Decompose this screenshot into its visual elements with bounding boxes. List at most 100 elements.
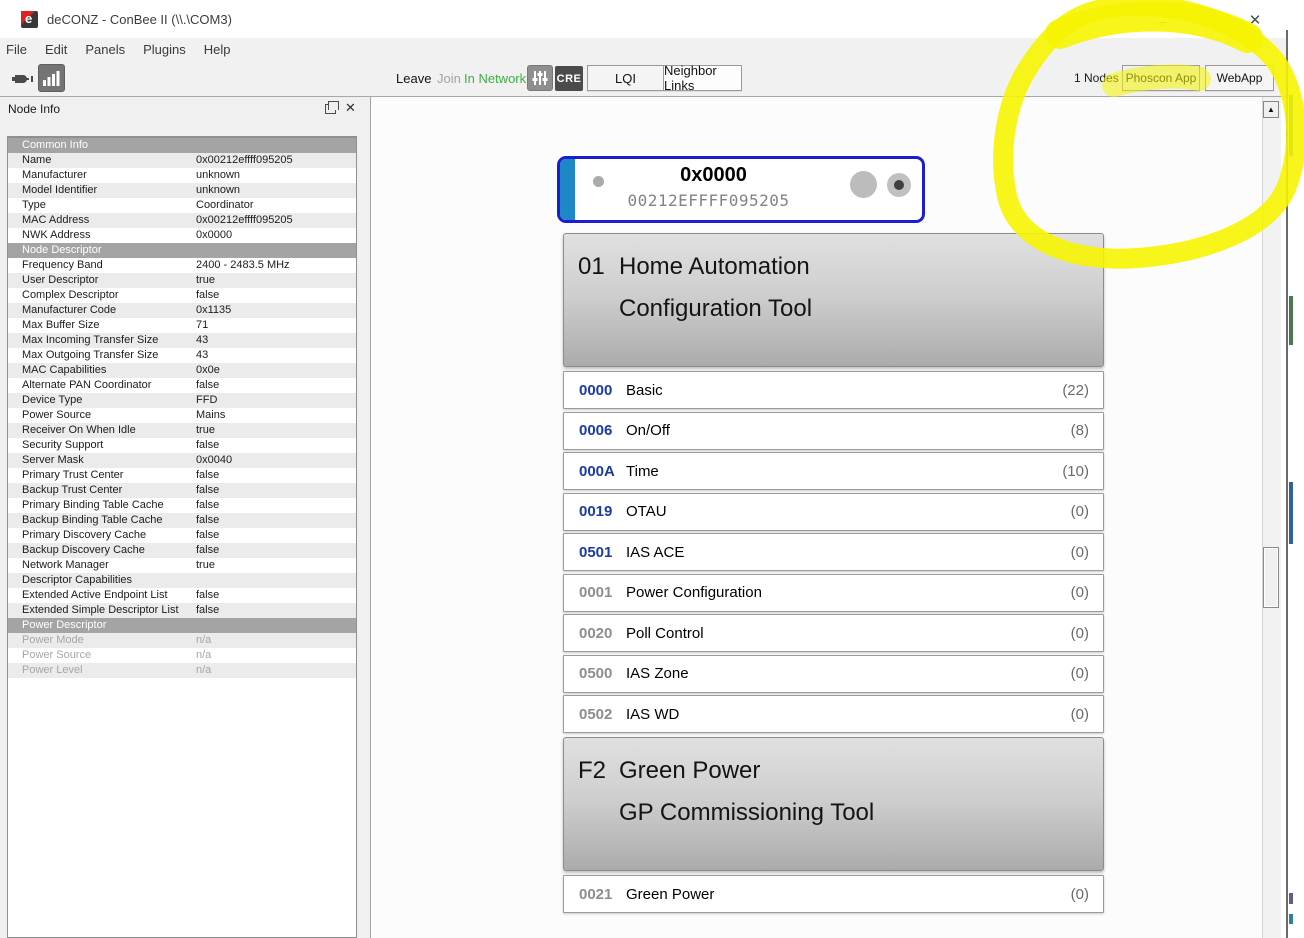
endpoint-profile: Home Automation bbox=[619, 253, 810, 280]
neighbor-links-button[interactable]: Neighbor Links bbox=[663, 63, 742, 93]
cluster-id: 0019 bbox=[579, 503, 613, 520]
info-row: Extended Simple Descriptor List false bbox=[8, 603, 356, 618]
info-label: Receiver On When Idle bbox=[22, 424, 136, 436]
info-row: Max Buffer Size 71 bbox=[8, 318, 356, 333]
info-label: Backup Discovery Cache bbox=[22, 544, 145, 556]
background-chip bbox=[1289, 95, 1293, 156]
info-label: Backup Trust Center bbox=[22, 484, 123, 496]
canvas-scrollbar[interactable] bbox=[1262, 97, 1281, 938]
cluster-attr-count: (10) bbox=[1062, 462, 1089, 480]
close-button[interactable]: ✕ bbox=[1238, 12, 1272, 30]
cluster-row-0502[interactable]: 0502 IAS WD (0) bbox=[563, 695, 1104, 733]
nodes-count: 1 Nodes bbox=[1074, 71, 1119, 85]
network-status: In Network bbox=[464, 70, 527, 86]
info-row: Max Incoming Transfer Size 43 bbox=[8, 333, 356, 348]
info-label: Network Manager bbox=[22, 559, 109, 571]
cluster-row-000a[interactable]: 000A Time (10) bbox=[563, 452, 1104, 490]
info-row: Power Level n/a bbox=[8, 663, 356, 678]
info-value: unknown bbox=[196, 184, 241, 196]
info-label: MAC Capabilities bbox=[22, 364, 107, 376]
cluster-attr-count: (22) bbox=[1062, 381, 1089, 399]
cluster-name: IAS Zone bbox=[626, 665, 689, 682]
panel-close-icon[interactable]: ✕ bbox=[345, 100, 356, 116]
cluster-id: 000A bbox=[579, 462, 615, 480]
info-row: Receiver On When Idle true bbox=[8, 423, 356, 438]
signal-bars-button[interactable] bbox=[38, 64, 65, 92]
cluster-row-0021[interactable]: 0021 Green Power (0) bbox=[563, 875, 1104, 913]
endpoint-device: Configuration Tool bbox=[619, 295, 813, 322]
info-label: Server Mask bbox=[22, 454, 84, 466]
endpoint-header-f2[interactable]: F2 Green Power GP Commissioning Tool bbox=[563, 737, 1104, 871]
cluster-row-0006[interactable]: 0006 On/Off (8) bbox=[563, 411, 1104, 450]
scrollbar-up-button[interactable]: ▲ bbox=[1263, 101, 1279, 118]
node-info-panel: Node Info ✕ Common Info Name 0x00212effff0… bbox=[0, 97, 370, 938]
panel-title: Node Info bbox=[8, 102, 61, 116]
cluster-id: 0000 bbox=[579, 381, 613, 399]
info-value: false bbox=[196, 529, 220, 541]
menu-item-file[interactable]: File bbox=[0, 42, 36, 57]
lqi-button[interactable]: LQI bbox=[587, 65, 663, 91]
info-row: Name 0x00212effff095205 bbox=[8, 153, 356, 168]
leave-action[interactable]: Leave bbox=[396, 60, 431, 96]
cluster-row-0001[interactable]: 0001 Power Configuration (0) bbox=[563, 573, 1104, 612]
cluster-name: IAS ACE bbox=[626, 543, 685, 561]
node-selection-strip bbox=[560, 159, 575, 220]
filter-sliders-button[interactable] bbox=[527, 65, 553, 91]
menu-bar: File Edit Panels Plugins Help bbox=[0, 38, 1288, 60]
cluster-id: 0020 bbox=[579, 624, 613, 642]
info-value: false bbox=[196, 499, 220, 511]
minimize-button[interactable]: – bbox=[1146, 12, 1180, 30]
cluster-row-0500[interactable]: 0500 IAS Zone (0) bbox=[563, 654, 1104, 693]
endpoint-profile: Green Power bbox=[619, 757, 761, 784]
cluster-name: Time bbox=[626, 462, 659, 480]
section-header: Power Descriptor bbox=[8, 618, 356, 633]
window-title: deCONZ - ConBee II (\\.\COM3) bbox=[47, 12, 232, 27]
toolbar: Leave Join In Network CRE LQI Neighbor L… bbox=[0, 60, 1288, 97]
menu-item-plugins[interactable]: Plugins bbox=[134, 42, 195, 57]
cluster-row-0000[interactable]: 0000 Basic (22) bbox=[563, 371, 1104, 409]
filter-sliders-icon bbox=[532, 71, 548, 85]
info-value: 71 bbox=[196, 319, 209, 331]
info-row: Power Source Mains bbox=[8, 408, 356, 423]
info-value: 43 bbox=[196, 334, 209, 346]
title-bar: e deCONZ - ConBee II (\\.\COM3) – ✕ bbox=[0, 0, 1288, 38]
info-row: Model Identifier unknown bbox=[8, 183, 356, 198]
node-mac-address: 00212EFFFF095205 bbox=[627, 191, 790, 210]
info-label: Power Source bbox=[22, 649, 92, 661]
section-header: Common Info bbox=[8, 138, 356, 153]
info-value: 0x00212effff095205 bbox=[196, 214, 293, 226]
info-row: MAC Capabilities 0x0e bbox=[8, 363, 356, 378]
maximize-button[interactable] bbox=[1192, 12, 1226, 30]
cluster-id: 0001 bbox=[579, 584, 613, 601]
cluster-row-0020[interactable]: 0020 Poll Control (0) bbox=[563, 614, 1104, 652]
info-value: false bbox=[196, 604, 220, 616]
cluster-attr-count: (0) bbox=[1070, 885, 1089, 903]
phoscon-app-button[interactable]: Phoscon App bbox=[1122, 65, 1200, 91]
menu-item-panels[interactable]: Panels bbox=[76, 42, 134, 57]
serial-port-icon bbox=[12, 75, 33, 83]
info-row: Server Mask 0x0040 bbox=[8, 453, 356, 468]
deconz-window: e deCONZ - ConBee II (\\.\COM3) – ✕ File… bbox=[0, 0, 1304, 938]
info-label: Max Incoming Transfer Size bbox=[22, 334, 159, 346]
info-row: Manufacturer Code 0x1135 bbox=[8, 303, 356, 318]
node-widget-coordinator[interactable]: 0x0000 00212EFFFF095205 bbox=[557, 156, 925, 223]
info-row: MAC Address 0x00212effff095205 bbox=[8, 213, 356, 228]
join-action[interactable]: Join bbox=[437, 60, 461, 96]
info-value: n/a bbox=[196, 664, 212, 676]
info-row: Max Outgoing Transfer Size 43 bbox=[8, 348, 356, 363]
menu-item-edit[interactable]: Edit bbox=[36, 42, 76, 57]
info-value: 0x00212effff095205 bbox=[196, 154, 293, 166]
endpoint-header-01[interactable]: 01 Home Automation Configuration Tool bbox=[563, 233, 1104, 367]
cre-button[interactable]: CRE bbox=[555, 66, 583, 91]
scrollbar-thumb[interactable] bbox=[1263, 547, 1279, 608]
node-indicator-circle[interactable] bbox=[850, 171, 877, 198]
info-label: User Descriptor bbox=[22, 274, 99, 286]
cluster-name: On/Off bbox=[626, 422, 670, 439]
menu-item-help[interactable]: Help bbox=[195, 42, 240, 57]
node-toggle-circle[interactable] bbox=[887, 173, 911, 197]
cluster-row-0019[interactable]: 0019 OTAU (0) bbox=[563, 492, 1104, 531]
float-panel-icon[interactable] bbox=[325, 101, 339, 114]
webapp-button[interactable]: WebApp bbox=[1205, 65, 1274, 91]
info-value: false bbox=[196, 439, 220, 451]
cluster-row-0501[interactable]: 0501 IAS ACE (0) bbox=[563, 533, 1104, 571]
